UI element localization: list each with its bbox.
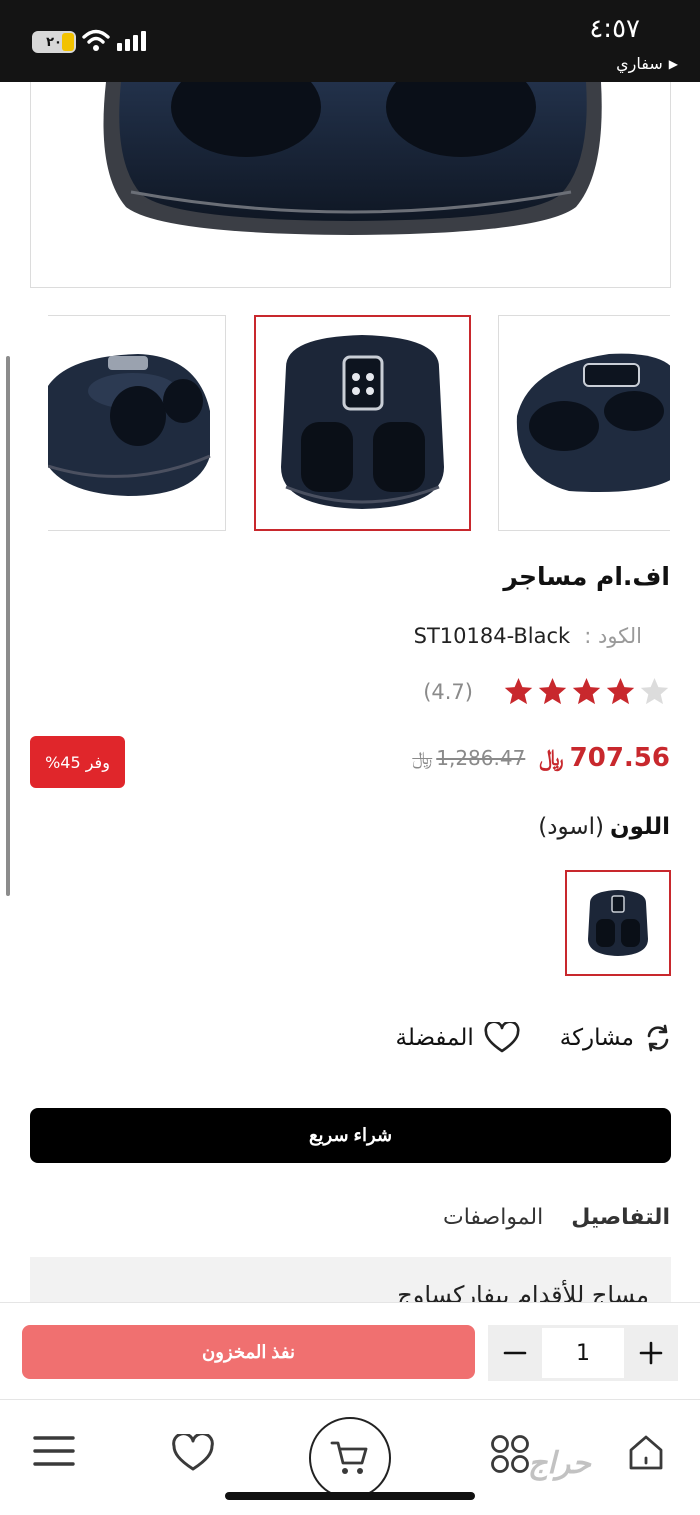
play-arrow-icon: ▶ (668, 56, 678, 71)
old-price-value: 1,286.47 (436, 746, 526, 770)
apps-icon (491, 1435, 529, 1473)
nav-favorites[interactable] (172, 1432, 214, 1476)
favorite-label: المفضلة (395, 1025, 474, 1051)
star-filled-icon (538, 677, 567, 705)
tab-details[interactable]: التفاصيل (571, 1205, 670, 1230)
thumbnail-angle-view[interactable] (498, 315, 670, 531)
star-filled-icon (606, 677, 635, 705)
cart-icon (330, 1441, 368, 1474)
nav-categories[interactable] (490, 1434, 530, 1478)
minus-icon (503, 1351, 527, 1355)
out-of-stock-button[interactable]: نفذ المخزون (22, 1325, 475, 1379)
price-value: 707.56 (569, 743, 670, 773)
minus-button[interactable] (488, 1325, 542, 1381)
quantity-value[interactable]: 1 (542, 1328, 624, 1378)
favorite-button[interactable]: المفضلة (396, 1022, 520, 1054)
rating-value: (4.7) (423, 679, 473, 704)
heart-icon (172, 1432, 214, 1471)
old-price-currency-icon: ﷼ (412, 747, 433, 769)
product-title: اف.ام مساجر (503, 562, 670, 591)
detail-tabs: التفاصيل المواصفات (443, 1205, 670, 1230)
home-icon (629, 1435, 663, 1470)
refresh-icon (647, 1024, 669, 1052)
cart-bar: نفذ المخزون 1 (0, 1302, 700, 1400)
share-button[interactable]: مشاركة (560, 1024, 672, 1052)
nav-menu[interactable] (33, 1434, 75, 1472)
star-filled-icon (504, 677, 533, 705)
product-actions: مشاركة المفضلة (396, 1022, 672, 1054)
wifi-icon (82, 29, 110, 51)
signal-icon (117, 31, 146, 51)
rating-stars (503, 676, 670, 707)
swatch-image (588, 890, 648, 956)
nav-cart[interactable] (309, 1417, 391, 1499)
color-swatch-black[interactable] (565, 870, 671, 976)
price-row: ﷼ 1,286.47 ﷼ 707.56 (412, 743, 670, 773)
home-indicator (225, 1492, 475, 1500)
description-box: مساج للأقدام بيفاركساوج (30, 1257, 671, 1305)
scroll-indicator[interactable] (6, 356, 10, 896)
star-empty-icon (640, 677, 669, 705)
tab-specifications[interactable]: المواصفات (443, 1205, 543, 1230)
menu-icon (33, 1436, 75, 1466)
thumbnail-strip[interactable] (48, 315, 670, 533)
battery-icon: ٢٠ (32, 31, 76, 53)
status-time: ٤:٥٧ (589, 14, 640, 44)
color-row: اللون (اسود) (538, 814, 670, 840)
star-filled-icon (572, 677, 601, 705)
color-value: (اسود) (538, 814, 605, 840)
product-main-image[interactable] (30, 82, 671, 288)
thumbnail-top-view-selected[interactable] (254, 315, 471, 531)
battery-level: ٢٠ (46, 34, 62, 50)
plus-icon (639, 1341, 663, 1365)
color-label: اللون (610, 814, 670, 840)
old-price: ﷼ 1,286.47 (412, 746, 525, 770)
rating-row[interactable]: (4.7) (423, 676, 670, 707)
back-to-app[interactable]: سفاري ▶ (616, 54, 678, 73)
share-label: مشاركة (559, 1025, 634, 1051)
nav-home[interactable] (627, 1434, 665, 1476)
quantity-stepper: 1 (488, 1325, 678, 1381)
haraj-watermark-logo: حراج (528, 1446, 591, 1481)
quick-buy-button[interactable]: شراء سريع (30, 1108, 671, 1163)
plus-button[interactable] (624, 1325, 678, 1381)
product-code-value: ST10184-Black (413, 624, 571, 648)
price-currency-icon: ﷼ (539, 745, 564, 771)
bottom-nav: حراج (0, 1400, 700, 1515)
status-bar: ٤:٥٧ سفاري ▶ ٢٠ (0, 0, 700, 82)
massager-image (103, 82, 602, 235)
heart-icon (484, 1022, 520, 1053)
product-code-label: الكود : (584, 624, 642, 648)
thumbnail-side-view[interactable] (48, 315, 226, 531)
back-app-label: سفاري (616, 54, 663, 73)
discount-badge: وفر 45% (30, 736, 125, 788)
product-code-row: الكود : ST10184-Black (414, 624, 642, 648)
current-price: ﷼ 707.56 (539, 743, 670, 773)
